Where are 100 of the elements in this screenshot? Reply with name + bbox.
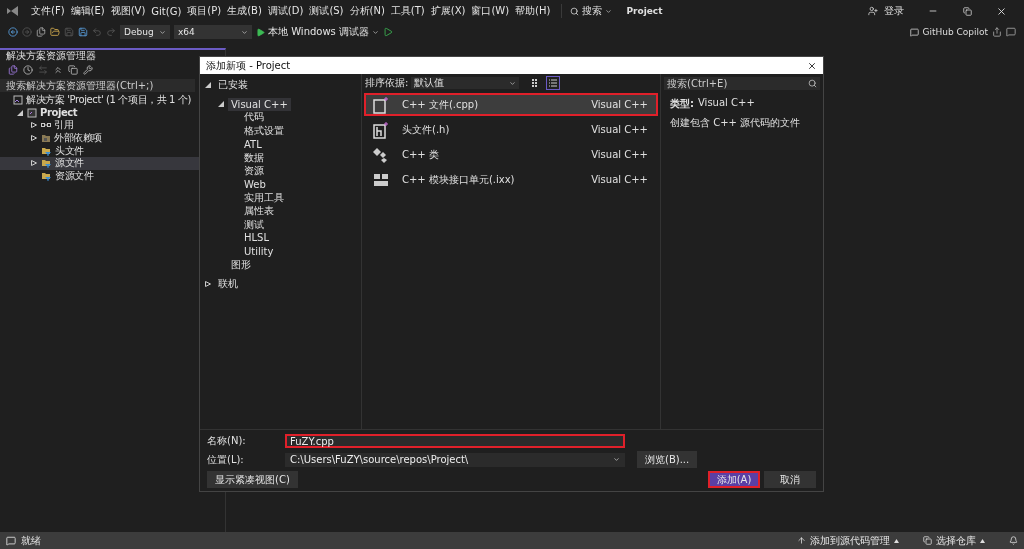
menu-item[interactable]: 生成(B) [224, 4, 265, 18]
template-item[interactable]: C++ 类 Visual C++ [364, 143, 658, 166]
tree-item[interactable]: 引用 [54, 118, 74, 133]
menu-item[interactable]: Git(G) [148, 5, 185, 17]
collapsed-arrow-icon[interactable] [31, 122, 37, 129]
expanded-arrow-icon[interactable] [218, 101, 224, 108]
header-file-icon [372, 120, 390, 139]
window-title: Project [626, 6, 663, 16]
category-item[interactable]: HLSL [241, 231, 272, 245]
type-label: 类型: [670, 97, 694, 111]
template-category: Visual C++ [591, 174, 648, 185]
expanded-arrow-icon[interactable] [205, 81, 211, 88]
menu-item[interactable]: 视图(V) [107, 4, 149, 18]
properties-icon[interactable] [83, 65, 93, 75]
dialog-title: 添加新项 - Project [206, 58, 292, 73]
run-button[interactable]: 本地 Windows 调试器 [256, 25, 379, 39]
tree-item[interactable]: 资源文件 [55, 168, 94, 183]
search-button[interactable]: 搜索 [561, 4, 613, 18]
category-item[interactable]: 数据 [241, 149, 267, 166]
location-dropdown[interactable]: C:\Users\FuZY\source\repos\Project\ [285, 452, 625, 467]
collapse-all-icon[interactable] [53, 65, 63, 75]
caret-icon [894, 538, 899, 543]
caret-icon [605, 7, 613, 15]
template-item[interactable]: C++ 模块接口单元(.ixx) Visual C++ [364, 168, 658, 191]
collapsed-arrow-icon[interactable] [31, 160, 37, 167]
list-icon [549, 79, 558, 87]
template-description: 创建包含 C++ 源代码的文件 [670, 116, 802, 130]
category-item[interactable]: Visual C++ [228, 97, 291, 111]
add-button[interactable]: 添加(A) [708, 471, 760, 488]
category-item[interactable]: Utility [241, 244, 277, 258]
list-view-button[interactable] [546, 76, 561, 90]
category-item[interactable]: 图形 [228, 256, 254, 273]
feedback-icon[interactable] [1006, 27, 1016, 37]
category-item[interactable]: 已安装 [215, 76, 251, 93]
tree-item[interactable]: 源文件 [55, 156, 84, 171]
back-icon[interactable] [8, 27, 18, 37]
switch-view-icon[interactable] [8, 65, 18, 75]
chat-icon [910, 27, 920, 37]
name-field[interactable]: FuZY.cpp [285, 434, 625, 448]
open-folder-icon[interactable] [50, 27, 60, 37]
search-field[interactable]: 搜索解决方案资源管理器(Ctrl+;) [0, 79, 195, 92]
menu-item[interactable]: 编辑(E) [67, 4, 108, 18]
copilot-button[interactable]: GitHub Copilot [910, 27, 988, 37]
class-icon [372, 145, 390, 164]
template-item[interactable]: C++ 文件(.cpp) Visual C++ [364, 93, 658, 116]
menu-item[interactable]: 扩展(X) [427, 4, 469, 18]
menu-item[interactable]: 调试(D) [264, 4, 307, 18]
menu-item[interactable]: 工具(T) [387, 4, 428, 18]
caret-icon [509, 79, 517, 87]
share-icon[interactable] [992, 27, 1002, 37]
close-icon[interactable] [995, 5, 1007, 17]
history-icon[interactable] [23, 65, 33, 75]
menu-item[interactable]: 窗口(W) [468, 4, 513, 18]
project-icon [27, 107, 37, 118]
sort-dropdown[interactable]: 默认值 [411, 77, 520, 89]
name-label: 名称(N): [207, 434, 247, 448]
cancel-button[interactable]: 取消 [764, 471, 816, 488]
category-item[interactable]: 资源 [241, 163, 267, 180]
template-search-field[interactable]: 搜索(Ctrl+E) [664, 77, 820, 90]
show-all-files-icon[interactable] [68, 65, 78, 75]
menu-item[interactable]: 帮助(H) [512, 4, 554, 18]
menu-item[interactable]: 项目(P) [184, 4, 225, 18]
arrow-up-icon [797, 536, 806, 545]
category-item[interactable]: ATL [241, 137, 265, 151]
panel-title: 解决方案资源管理器 [6, 49, 96, 63]
category-item[interactable]: 实用工具 [241, 189, 287, 206]
platform-dropdown[interactable]: x64 [174, 25, 252, 39]
collapsed-arrow-icon[interactable] [205, 281, 211, 288]
configuration-dropdown[interactable]: Debug [120, 25, 170, 39]
tree-item[interactable]: Project [40, 107, 78, 119]
notification-icon[interactable] [1009, 536, 1018, 545]
close-icon[interactable] [807, 60, 817, 71]
compact-view-button[interactable]: 显示紧凑视图(C) [207, 471, 298, 488]
tree-item[interactable]: 外部依赖项 [54, 131, 102, 146]
app-logo-icon [6, 5, 20, 17]
new-item-icon[interactable] [36, 27, 46, 37]
menu-item[interactable]: 文件(F) [28, 4, 68, 18]
expanded-arrow-icon[interactable] [17, 109, 23, 116]
sign-in-button[interactable]: 登录 [868, 4, 904, 18]
search-icon [808, 79, 817, 88]
output-icon [6, 535, 16, 546]
template-item[interactable]: 头文件(.h) Visual C++ [364, 118, 658, 141]
template-category: Visual C++ [591, 99, 648, 110]
category-item[interactable]: 联机 [215, 276, 241, 293]
repository-icon [923, 536, 932, 545]
filter-folder-icon [41, 158, 52, 169]
menu-item[interactable]: 分析(N) [346, 4, 388, 18]
restore-icon[interactable] [962, 6, 972, 16]
template-category: Visual C++ [591, 124, 648, 135]
collapsed-arrow-icon[interactable] [31, 135, 37, 142]
start-without-debugging-icon[interactable] [383, 27, 393, 37]
tree-item[interactable]: 解决方案 'Project' (1 个项目，共 1 个) [26, 93, 191, 108]
repository-button[interactable]: 选择仓库 [923, 533, 985, 548]
menu-item[interactable]: 测试(S) [306, 4, 347, 18]
category-item[interactable]: Web [241, 177, 269, 191]
cpp-file-icon [372, 95, 390, 114]
save-all-icon[interactable] [78, 27, 88, 37]
browse-button[interactable]: 浏览(B)... [637, 451, 698, 468]
source-control-button[interactable]: 添加到源代码管理 [797, 533, 899, 548]
tree-item[interactable]: 头文件 [55, 143, 84, 158]
